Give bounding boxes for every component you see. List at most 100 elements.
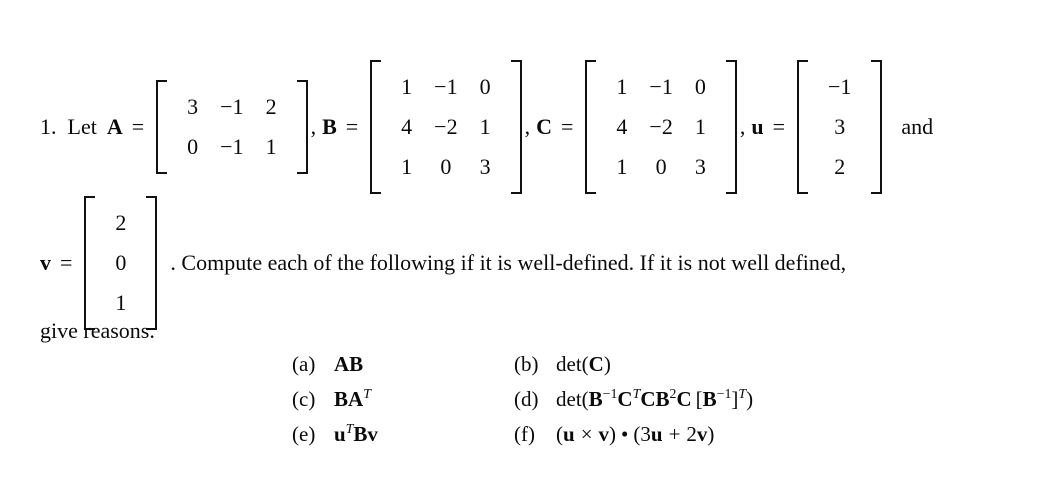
symbol-B: B (322, 114, 337, 139)
inverse-exponent: −1 (716, 386, 732, 401)
cell: −1 (220, 134, 244, 159)
comma-2: , (524, 114, 531, 139)
coefficient-two: 2 (686, 422, 697, 446)
equals-sign-c: = (560, 114, 574, 139)
cell: 1 (265, 134, 277, 159)
equals-sign-u: = (772, 114, 785, 139)
bracket-right (725, 60, 737, 194)
item-expr-e: uTBv (334, 422, 514, 447)
bracket-left (84, 196, 96, 330)
cell: −1 (434, 74, 458, 99)
cell: −1 (220, 94, 244, 119)
bracket-left (370, 60, 382, 194)
cell: 3 (479, 154, 491, 179)
conjunction-and: and (901, 114, 934, 139)
symbol-B: B (334, 387, 349, 411)
document-page: 1. Let A = 3 −1 2 0 −1 1 , B = 1 −1 0 4 … (0, 0, 1042, 503)
equals-sign-b: = (345, 114, 359, 139)
symbol-v: v (696, 422, 708, 446)
symbol-A: A (334, 352, 350, 376)
bracket-right (146, 196, 158, 330)
equals-sign-a: = (131, 114, 145, 139)
matrix-B-grid: 1 −1 0 4 −2 1 1 0 3 (381, 60, 510, 194)
cell: 1 (115, 290, 127, 315)
paren-open: ( (581, 352, 589, 376)
dot-product-icon: • (621, 422, 629, 446)
cell: 0 (440, 154, 452, 179)
cell: 0 (479, 74, 491, 99)
cell: 1 (694, 114, 706, 139)
cell: 1 (479, 114, 491, 139)
bracket-right (871, 60, 883, 194)
cell: 3 (694, 154, 706, 179)
cell: 1 (401, 74, 413, 99)
paren-close: ) (707, 422, 715, 446)
problem-line-1: 1. Let A = 3 −1 2 0 −1 1 , B = 1 −1 0 4 … (40, 60, 933, 194)
cell: −1 (649, 74, 673, 99)
item-label-d: (d) (514, 387, 539, 411)
bracket-left (797, 60, 808, 194)
vector-v: 2 0 1 (84, 196, 158, 330)
comma-3: , (739, 114, 746, 139)
bracket-right (296, 80, 308, 174)
symbol-u: u (334, 422, 346, 446)
paren-open: ( (581, 387, 589, 411)
cell: 1 (401, 154, 413, 179)
instruction-sentence-continued: give reasons. (40, 318, 155, 343)
item-label-b: (b) (514, 352, 539, 376)
cell: −1 (828, 74, 852, 99)
instruction-sentence: . Compute each of the following if it is… (170, 250, 847, 275)
symbol-A: A (106, 114, 123, 139)
det-operator: det (556, 387, 582, 411)
matrix-C-grid: 1 −1 0 4 −2 1 1 0 3 (596, 60, 725, 194)
inverse-exponent: −1 (602, 386, 618, 401)
symbol-B: B (349, 352, 364, 376)
matrix-C: 1 −1 0 4 −2 1 1 0 3 (585, 60, 737, 194)
symbol-u: u (751, 114, 764, 139)
paren-close: ) (603, 352, 611, 376)
symbol-C: C (676, 387, 692, 411)
symbol-B: B (353, 422, 368, 446)
cell: 4 (401, 114, 413, 139)
cell: 2 (834, 154, 846, 179)
cell: 4 (616, 114, 628, 139)
symbol-C: C (617, 387, 633, 411)
vector-v-grid: 2 0 1 (95, 196, 146, 330)
bracket-open: [ (695, 387, 703, 411)
equals-sign-v: = (60, 250, 73, 275)
vector-u: −1 3 2 (797, 60, 883, 194)
matrix-A-grid: 3 −1 2 0 −1 1 (167, 80, 296, 174)
transpose-exponent: T (738, 386, 747, 401)
item-expr-d: det(B−1CTCB2C [B−1]T) (556, 387, 753, 412)
item-expr-a: AB (334, 352, 514, 377)
det-operator: det (556, 352, 582, 376)
bracket-left (585, 60, 597, 194)
coefficient-three: 3 (640, 422, 651, 446)
cell: 1 (616, 154, 628, 179)
symbol-C: C (536, 114, 552, 139)
bracket-left (156, 80, 168, 174)
cell: 3 (834, 114, 846, 139)
item-expr-c: BAT (334, 387, 514, 412)
item-label-c: (c) (292, 387, 316, 411)
problem-number: 1. (40, 114, 57, 139)
cell: 0 (115, 250, 127, 275)
cell: 2 (115, 210, 127, 235)
cell: 2 (265, 94, 277, 119)
vector-u-grid: −1 3 2 (808, 60, 871, 194)
symbol-C: C (588, 352, 604, 376)
lead-in-text: Let (67, 114, 97, 139)
problem-line-2: v = 2 0 1 . Compute each of the followin… (40, 196, 846, 330)
cell: 0 (187, 134, 199, 159)
symbol-v: v (367, 422, 378, 446)
cell: −2 (434, 114, 458, 139)
symbol-B: B (588, 387, 603, 411)
cell: 0 (694, 74, 706, 99)
sub-questions-list: (a) AB (b) det(C) (c) BAT (d) det(B−1CTC… (292, 352, 753, 447)
matrix-A: 3 −1 2 0 −1 1 (156, 80, 308, 174)
cell: 1 (616, 74, 628, 99)
symbol-A: A (348, 387, 364, 411)
symbol-v: v (598, 422, 610, 446)
paren-close: ) (609, 422, 617, 446)
cell: 0 (655, 154, 667, 179)
